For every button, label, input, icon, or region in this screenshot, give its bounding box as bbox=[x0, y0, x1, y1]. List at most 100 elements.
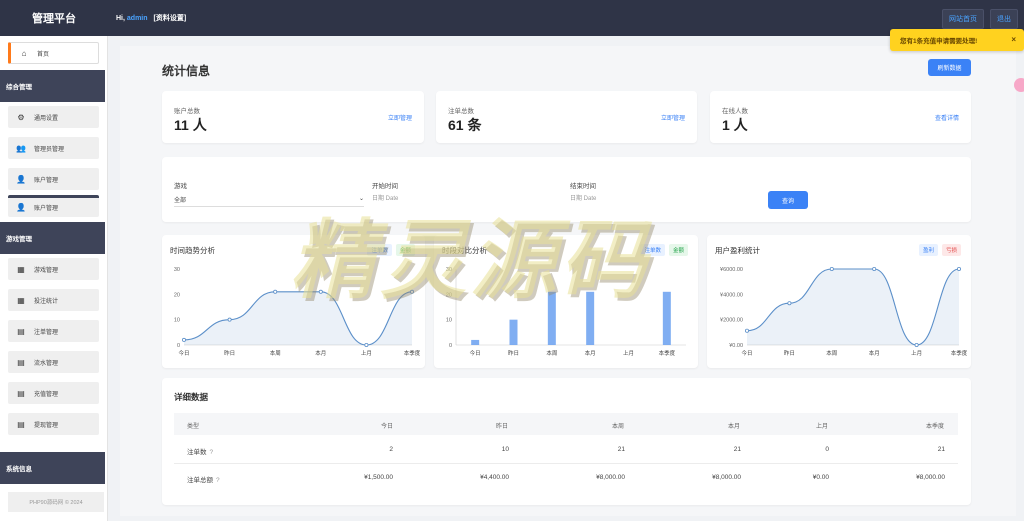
brand-title: 管理平台 bbox=[32, 13, 76, 25]
stat-label: 在线人数 bbox=[722, 108, 748, 115]
sidebar-item-account-management-2[interactable]: 👤 账户管理 bbox=[8, 195, 99, 217]
floating-helper-button[interactable] bbox=[1014, 78, 1024, 92]
data-point bbox=[745, 328, 750, 333]
sidebar-item-label: 账户管理 bbox=[34, 177, 59, 184]
sidebar-item-label: 通用设置 bbox=[34, 115, 59, 122]
profile-settings-link[interactable]: [资料设置] bbox=[153, 15, 186, 22]
profit-chart-svg: ¥0.00 ¥2000.00 ¥4000.00 ¥6000.00 今日 昨日 本周 本月 上月 本… bbox=[720, 267, 968, 357]
x-tick-label: 今日 bbox=[741, 349, 752, 357]
close-icon[interactable]: × bbox=[1011, 35, 1016, 44]
notification-toast[interactable]: 您有1条充值申请需要处理! × bbox=[890, 29, 1024, 51]
table-cell: ¥8,000.00 bbox=[596, 474, 625, 481]
sidebar-item-account-management[interactable]: 👤 账户管理 bbox=[8, 168, 99, 190]
x-tick-label: 本季度 bbox=[404, 349, 421, 357]
table-cell: 21 bbox=[617, 446, 625, 453]
table-header-cell: 本季度 bbox=[925, 424, 944, 430]
data-point bbox=[956, 267, 961, 272]
y-tick-label: 30 bbox=[174, 267, 180, 273]
username: admin bbox=[126, 15, 148, 22]
end-time-label: 结束时间 bbox=[570, 183, 596, 190]
help-icon[interactable]: ? bbox=[210, 449, 214, 456]
page-title: 统计信息 bbox=[162, 64, 211, 78]
sidebar-item-label: 提现管理 bbox=[34, 422, 59, 429]
home-icon: ⌂ bbox=[21, 48, 27, 58]
stat-link[interactable]: 查看详情 bbox=[935, 113, 959, 122]
bar bbox=[509, 319, 518, 345]
table-cell: 2 bbox=[389, 446, 393, 453]
sidebar-item-order-management[interactable]: ▤ 注单管理 bbox=[8, 320, 99, 342]
trend-chart-svg: 0 10 20 30 今日 昨日 本周 本月 上月 本季度 bbox=[174, 267, 421, 357]
section-game[interactable]: 游戏管理 bbox=[0, 222, 105, 254]
table-cell: ¥8,000.00 bbox=[916, 474, 945, 481]
sidebar-item-label: 首页 bbox=[37, 51, 50, 58]
users-icon: 👥 bbox=[16, 143, 26, 153]
document-icon: ▤ bbox=[17, 388, 25, 398]
y-tick-label: 30 bbox=[446, 267, 452, 273]
x-tick-label: 上月 bbox=[361, 349, 372, 357]
sidebar-item-label: 注单管理 bbox=[34, 329, 59, 336]
x-tick-label: 昨日 bbox=[224, 349, 235, 357]
data-point bbox=[273, 289, 278, 294]
y-tick-label: ¥2000.00 bbox=[720, 318, 743, 324]
copyright: PHP90源码网 © 2024 bbox=[8, 492, 104, 512]
sidebar-item-bet-stats[interactable]: ▦ 投注统计 bbox=[8, 289, 99, 311]
start-time-input[interactable]: 日期 Date bbox=[372, 193, 552, 202]
table-cell: 21 bbox=[937, 446, 945, 453]
bar bbox=[471, 339, 480, 345]
y-tick-label: 10 bbox=[446, 318, 452, 324]
gear-icon: ⚙ bbox=[17, 112, 25, 122]
section-general[interactable]: 综合管理 bbox=[0, 70, 105, 102]
row-label-text: 注单总额 bbox=[187, 477, 213, 484]
greeting: Hi, admin [资料设置] bbox=[116, 13, 186, 23]
filter-card bbox=[162, 157, 971, 222]
end-time-input[interactable]: 日期 Date bbox=[570, 193, 750, 202]
table-cell: ¥8,000.00 bbox=[712, 474, 741, 481]
user-icon: 👤 bbox=[16, 174, 26, 184]
series-area bbox=[747, 269, 959, 345]
data-point bbox=[227, 317, 232, 322]
period-chart-svg: 0 10 20 30 今日 昨日 本周 本月 上月 本季度 bbox=[446, 267, 686, 357]
stat-link[interactable]: 立即管理 bbox=[661, 113, 685, 122]
sidebar-item-game-management[interactable]: ▦ 游戏管理 bbox=[8, 258, 99, 280]
row-divider bbox=[174, 463, 958, 464]
sidebar-item-label: 游戏管理 bbox=[34, 267, 59, 274]
x-tick-label: 本周 bbox=[270, 349, 281, 357]
query-button[interactable]: 查询 bbox=[768, 191, 808, 209]
chart-card-trend: 时间趋势分析 注单数 金额 0 10 20 30 今日 昨日 本周 本月 上月 本季度 bbox=[162, 235, 425, 368]
help-icon[interactable]: ? bbox=[216, 477, 220, 484]
sidebar-item-admin-management[interactable]: 👥 管理员管理 bbox=[8, 137, 99, 159]
table-header-cell: 昨日 bbox=[495, 424, 508, 430]
table-cell: ¥1,500.00 bbox=[364, 474, 393, 481]
x-tick-label: 本月 bbox=[869, 349, 880, 357]
refresh-button[interactable]: 刷新数据 bbox=[928, 59, 971, 76]
data-point bbox=[829, 267, 834, 272]
logout-button[interactable]: 退出 bbox=[990, 9, 1018, 29]
sidebar-item-withdraw-management[interactable]: ▤ 提现管理 bbox=[8, 413, 99, 435]
y-tick-label: ¥4000.00 bbox=[720, 292, 743, 298]
x-tick-label: 本周 bbox=[826, 349, 837, 357]
section-system[interactable]: 系统信息 bbox=[0, 452, 105, 484]
data-point bbox=[364, 343, 369, 348]
table-cell: 21 bbox=[733, 446, 741, 453]
game-select[interactable]: 全部 ⌄ bbox=[174, 195, 364, 207]
game-label: 游戏 bbox=[174, 183, 187, 190]
game-select-value: 全部 bbox=[174, 198, 187, 204]
stat-label: 注单总数 bbox=[448, 108, 474, 115]
stat-link[interactable]: 立即管理 bbox=[388, 113, 412, 122]
grid-icon: ▦ bbox=[17, 295, 25, 305]
y-tick-label: 10 bbox=[174, 318, 180, 324]
sidebar-item-home[interactable]: ⌂ 首页 bbox=[8, 42, 99, 64]
y-tick-label: 0 bbox=[177, 343, 180, 349]
sidebar-item-flow-management[interactable]: ▤ 流水管理 bbox=[8, 351, 99, 373]
stat-value: 11 人 bbox=[174, 117, 207, 133]
table-header-cell: 本周 bbox=[611, 424, 624, 430]
document-icon: ▤ bbox=[17, 419, 25, 429]
site-home-button[interactable]: 网站首页 bbox=[942, 9, 984, 29]
table-row-label: 注单数? bbox=[187, 446, 213, 456]
x-tick-label: 本月 bbox=[585, 349, 596, 357]
table-cell: 10 bbox=[501, 446, 509, 453]
bar bbox=[586, 291, 595, 345]
sidebar-item-general-settings[interactable]: ⚙ 通用设置 bbox=[8, 106, 99, 128]
sidebar-item-recharge-management[interactable]: ▤ 充值管理 bbox=[8, 382, 99, 404]
top-header: 管理平台 Hi, admin [资料设置] 网站首页 退出 bbox=[0, 0, 1024, 36]
